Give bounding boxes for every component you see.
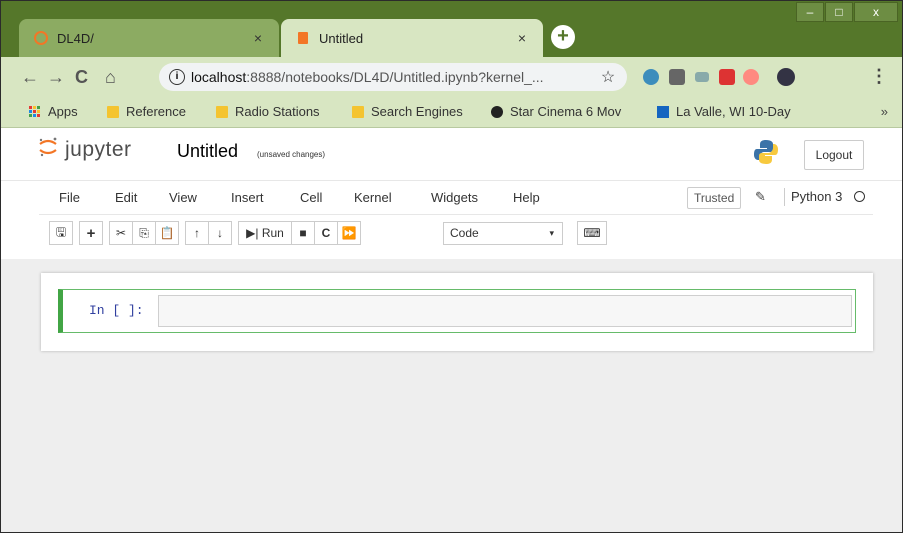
menu-help[interactable]: Help [513, 190, 540, 205]
folder-icon [107, 105, 119, 118]
kernel-name[interactable]: Python 3 [784, 188, 842, 206]
notebook-name[interactable]: Untitled [177, 141, 238, 162]
cell-type-value: Code [450, 226, 479, 240]
bookmark-label: La Valle, WI 10-Day [676, 104, 791, 119]
chevron-down-icon: ▾ [549, 228, 554, 238]
back-button[interactable]: ← [21, 67, 39, 88]
python-logo-icon [754, 140, 778, 164]
folder-icon [216, 105, 228, 118]
home-button[interactable]: ⌂ [105, 67, 116, 88]
menu-edit[interactable]: Edit [115, 190, 137, 205]
notebook-favicon-icon [298, 32, 308, 44]
notebook-container: In [ ]: [1, 259, 902, 532]
bookmarks-overflow-button[interactable]: » [881, 104, 888, 119]
bookmark-apps[interactable]: Apps [29, 104, 78, 119]
jupyter-wordmark[interactable]: jupyter [65, 138, 132, 162]
bookmark-star-icon[interactable]: ☆ [597, 67, 619, 87]
tab-strip: DL4D/ × Untitled × + – □ x [1, 1, 902, 57]
menu-cell[interactable]: Cell [300, 190, 322, 205]
move-cell-up-button[interactable]: ↑ [185, 221, 209, 245]
menu-widgets[interactable]: Widgets [431, 190, 478, 205]
tab-title: Untitled [319, 30, 364, 46]
bookmark-radio-stations[interactable]: Radio Stations [216, 104, 320, 119]
tab-close-icon[interactable]: × [249, 30, 267, 46]
bookmark-search-engines[interactable]: Search Engines [352, 104, 463, 119]
reload-button[interactable]: C [75, 67, 88, 88]
site-info-icon[interactable]: i [169, 69, 185, 85]
bookmark-label: Reference [126, 104, 186, 119]
url-host: localhost [191, 69, 247, 85]
extension-qr-icon[interactable] [669, 69, 685, 85]
tab-title: DL4D/ [57, 30, 94, 46]
new-tab-button[interactable]: + [551, 25, 575, 49]
bookmark-star-cinema[interactable]: Star Cinema 6 Mov [491, 104, 637, 119]
weather-icon [657, 105, 669, 118]
maximize-button[interactable]: □ [825, 2, 853, 22]
tab-untitled[interactable]: Untitled × [281, 19, 543, 57]
cut-cells-button[interactable]: ✂ [109, 221, 133, 245]
extension-mail-icon[interactable] [719, 69, 735, 85]
jupyter-logo-icon[interactable] [37, 136, 59, 158]
input-prompt: In [ ]: [89, 303, 144, 318]
forward-button[interactable]: → [47, 67, 65, 88]
kernel-status-idle-icon [854, 191, 865, 202]
menu-file[interactable]: File [59, 190, 80, 205]
jupyter-favicon-icon [34, 31, 48, 45]
restart-run-all-button[interactable]: ⏩ [337, 221, 361, 245]
notebook-page: In [ ]: [41, 273, 873, 351]
extension-eye-icon[interactable] [695, 72, 709, 82]
paste-cells-button[interactable]: 📋 [155, 221, 179, 245]
run-button[interactable]: ▶| Run [238, 221, 292, 245]
copy-cells-button[interactable]: ⎘ [132, 221, 156, 245]
trusted-indicator[interactable]: Trusted [687, 187, 742, 209]
cell-type-select[interactable]: Code ▾ [443, 222, 563, 245]
bookmark-label: Star Cinema 6 Mov [510, 104, 622, 119]
jupyter-header: jupyter Untitled (unsaved changes) Logou… [1, 128, 902, 181]
interrupt-kernel-button[interactable]: ■ [291, 221, 315, 245]
move-cell-down-button[interactable]: ↓ [208, 221, 232, 245]
window-controls: – □ x [795, 2, 898, 22]
profile-avatar[interactable] [777, 68, 795, 86]
close-window-button[interactable]: x [854, 2, 898, 22]
tab-dl4d[interactable]: DL4D/ × [19, 19, 279, 57]
folder-icon [352, 105, 364, 118]
bookmark-label: Apps [48, 104, 78, 119]
restart-kernel-button[interactable]: C [314, 221, 338, 245]
code-input-area[interactable] [158, 295, 852, 327]
bookmark-label: Radio Stations [235, 104, 320, 119]
extension-globe-icon[interactable] [643, 69, 659, 85]
insert-cell-below-button[interactable]: + [79, 221, 103, 245]
save-button[interactable]: 🖫 [49, 221, 73, 245]
tab-close-icon[interactable]: × [513, 30, 531, 46]
menu-view[interactable]: View [169, 190, 197, 205]
apps-grid-icon [29, 105, 41, 118]
bookmark-label: Search Engines [371, 104, 463, 119]
menu-kernel[interactable]: Kernel [354, 190, 392, 205]
url-path: :8888/notebooks/DL4D/Untitled.ipynb?kern… [246, 69, 544, 85]
browser-menu-icon[interactable]: ⋮ [870, 66, 888, 87]
extension-block-icon[interactable] [743, 69, 759, 85]
edit-mode-pencil-icon: ✎ [755, 189, 766, 204]
film-icon [491, 105, 503, 118]
logout-button[interactable]: Logout [804, 140, 864, 170]
jupyter-menubar: File Edit View Insert Cell Kernel Widget… [39, 182, 873, 215]
url-bar[interactable]: i localhost :8888/notebooks/DL4D/Untitle… [159, 63, 627, 91]
command-palette-keyboard-button[interactable]: ⌨ [577, 221, 607, 245]
minimize-button[interactable]: – [796, 2, 824, 22]
address-bar-row: ← → C ⌂ i localhost :8888/notebooks/DL4D… [1, 57, 902, 97]
bookmark-la-valle-weather[interactable]: La Valle, WI 10-Day [657, 104, 821, 119]
browser-window: DL4D/ × Untitled × + – □ x ← → C ⌂ i loc… [0, 0, 903, 533]
menu-insert[interactable]: Insert [231, 190, 264, 205]
bookmark-reference[interactable]: Reference [107, 104, 186, 119]
bookmarks-bar: Apps Reference Radio Stations Search Eng… [1, 97, 902, 128]
save-status: (unsaved changes) [257, 150, 326, 159]
jupyter-toolbar: 🖫 + ✂ ⎘ 📋 ↑ ↓ ▶| Run ■ C ⏩ Code ▾ ⌨ [39, 217, 873, 251]
code-cell[interactable]: In [ ]: [58, 289, 856, 333]
